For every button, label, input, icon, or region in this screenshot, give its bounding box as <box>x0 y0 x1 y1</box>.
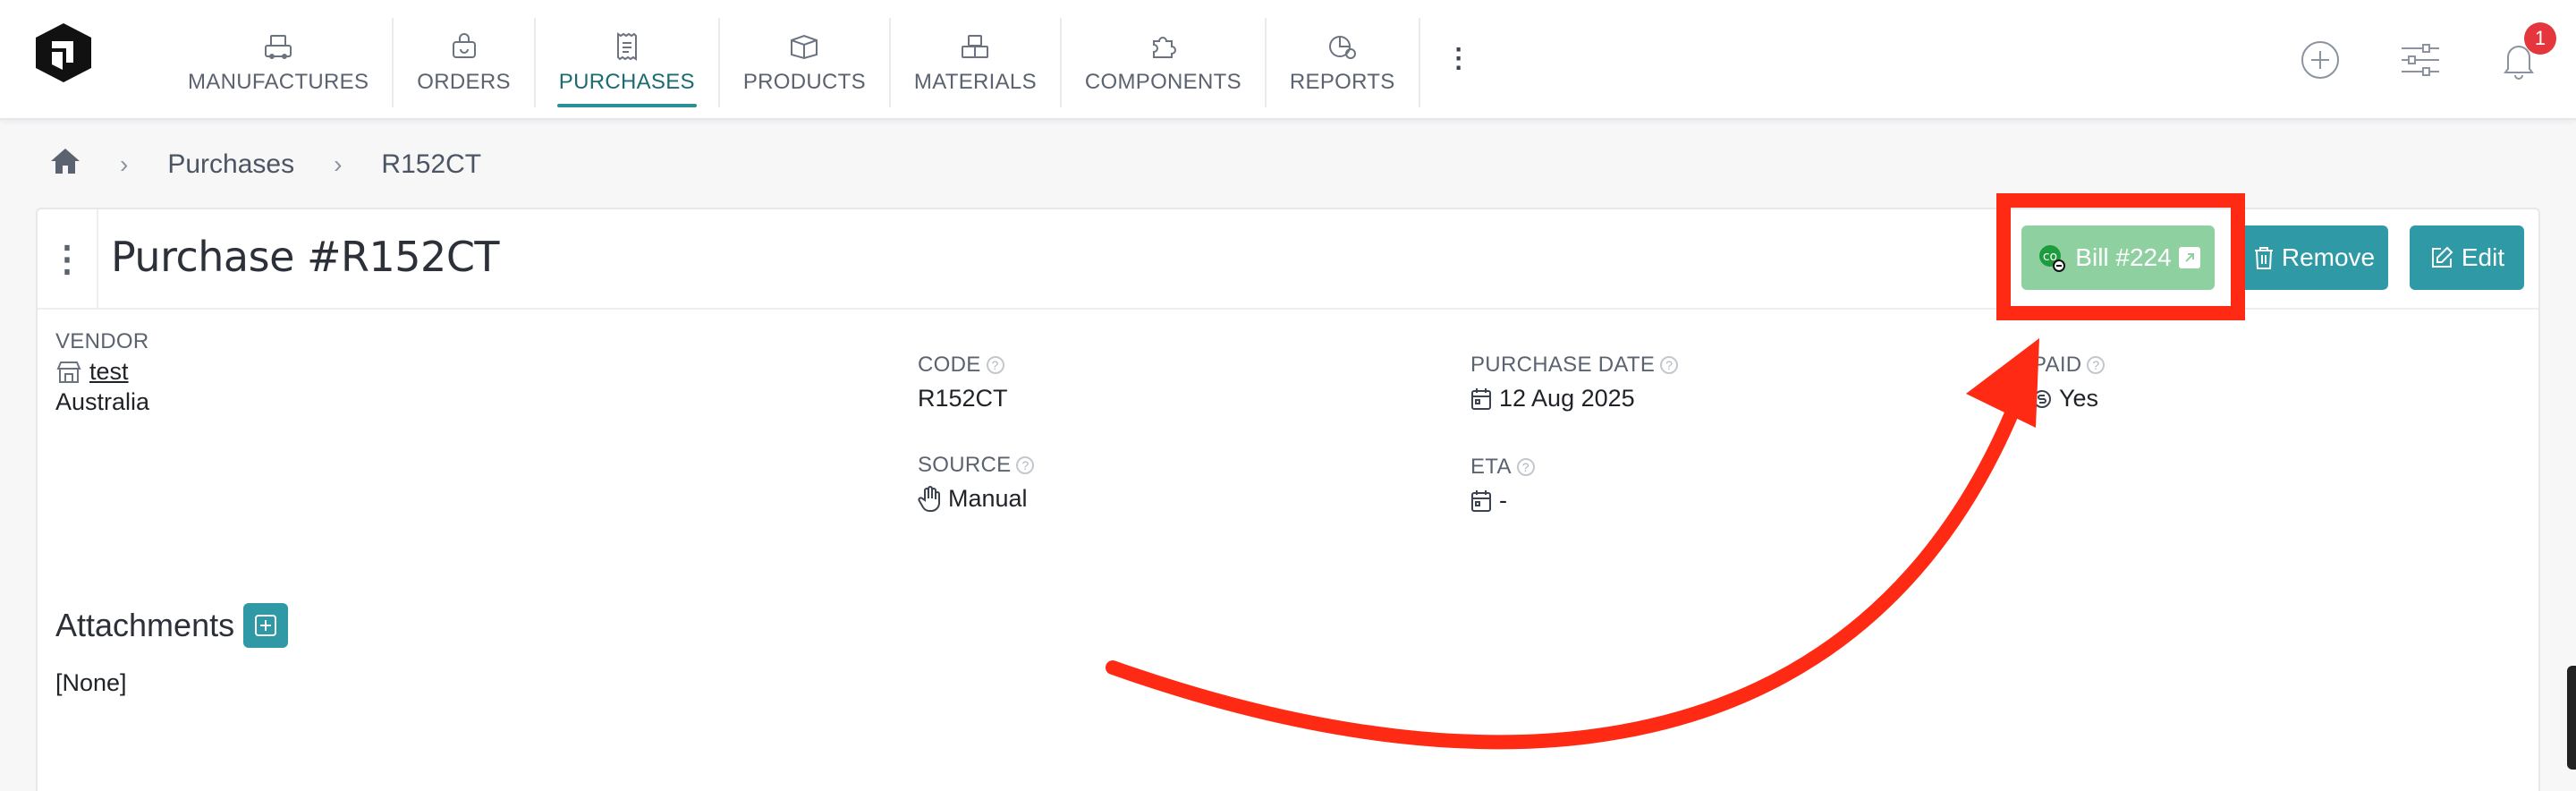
nav-label: ORDERS <box>417 70 511 94</box>
vendor-country: Australia <box>55 388 150 415</box>
edit-icon <box>2429 245 2454 270</box>
top-navigation-bar: MANUFACTURES ORDERS PURCHASES PRODUCTS M… <box>0 0 2576 120</box>
nav-item-reports[interactable]: REPORTS <box>1267 18 1420 107</box>
edit-button-label: Edit <box>2461 243 2505 271</box>
eta-text: - <box>1499 487 1507 514</box>
nav-label: MANUFACTURES <box>188 70 369 94</box>
trash-icon <box>2253 245 2275 270</box>
nav-item-components[interactable]: COMPONENTS <box>1062 18 1267 107</box>
settings-sliders-icon[interactable] <box>2399 38 2442 81</box>
nav-item-orders[interactable]: ORDERS <box>394 18 536 107</box>
breadcrumb-current: R152CT <box>381 149 482 179</box>
purchase-date-text: 12 Aug 2025 <box>1499 385 1635 412</box>
external-link-icon <box>2178 247 2200 268</box>
code-label-text: CODE <box>918 353 981 377</box>
nav-item-products[interactable]: PRODUCTS <box>720 18 891 107</box>
nav-item-materials[interactable]: MATERIALS <box>891 18 1062 107</box>
chevron-right-icon: › <box>120 150 129 178</box>
source-label-text: SOURCE <box>918 453 1012 477</box>
paid-label: PAID ? <box>2032 353 2106 378</box>
factory-icon <box>260 30 296 63</box>
nav-label: PRODUCTS <box>742 70 866 94</box>
help-icon[interactable]: ? <box>1516 458 1535 476</box>
chevron-right-icon: › <box>334 150 343 178</box>
purchase-date-value: 12 Aug 2025 <box>1470 385 1635 413</box>
nav-item-purchases[interactable]: PURCHASES <box>536 18 720 107</box>
notifications-bell-icon[interactable]: 1 <box>2497 22 2556 81</box>
xero-link-icon: co <box>2036 242 2068 274</box>
remove-button[interactable]: Remove <box>2240 225 2388 290</box>
edit-button[interactable]: Edit <box>2410 225 2524 290</box>
notification-badge: 1 <box>2524 22 2556 55</box>
code-value: R152CT <box>918 385 1008 412</box>
puzzle-icon <box>1145 30 1181 63</box>
code-label: CODE ? <box>918 353 1004 378</box>
nav-label: PURCHASES <box>558 70 695 94</box>
card-header: ⋮ Purchase #R152CT co Bill #224 Remove E… <box>38 209 2538 310</box>
bill-link-button[interactable]: co Bill #224 <box>2021 225 2215 290</box>
vendor-label: VENDOR <box>55 329 148 354</box>
help-icon[interactable]: ? <box>2087 356 2106 374</box>
breadcrumb: › Purchases › R152CT <box>50 143 481 186</box>
nav-label: REPORTS <box>1289 70 1395 94</box>
attachments-title: Attachments <box>55 607 235 643</box>
source-label: SOURCE ? <box>918 453 1035 478</box>
vendor-label-text: VENDOR <box>55 329 149 353</box>
help-icon[interactable]: ? <box>986 356 1004 374</box>
card-menu-button[interactable]: ⋮ <box>38 209 98 310</box>
paid-value: Yes <box>2032 385 2098 413</box>
eta-label-text: ETA <box>1470 455 1512 479</box>
purchase-detail-card: ⋮ Purchase #R152CT co Bill #224 Remove E… <box>36 208 2540 791</box>
add-new-button[interactable] <box>2299 38 2342 81</box>
blocks-icon <box>957 30 993 63</box>
nav-item-manufactures[interactable]: MANUFACTURES <box>165 18 394 107</box>
page-title: Purchase #R152CT <box>111 233 500 281</box>
calendar-icon <box>1470 387 1492 411</box>
nav-label: COMPONENTS <box>1084 70 1241 94</box>
source-text: Manual <box>948 485 1028 512</box>
receipt-icon <box>609 30 645 63</box>
scrollbar-handle[interactable] <box>2567 666 2576 770</box>
purchase-date-label: PURCHASE DATE ? <box>1470 353 1679 378</box>
remove-button-label: Remove <box>2281 243 2376 271</box>
chart-pie-icon <box>1325 30 1360 63</box>
nav-label: MATERIALS <box>913 70 1037 94</box>
nav-more-button[interactable]: ⋮ <box>1420 0 1497 120</box>
vendor-name[interactable]: test <box>89 358 129 386</box>
box-icon <box>786 30 822 63</box>
purchase-date-label-text: PURCHASE DATE <box>1470 353 1656 377</box>
eta-label: ETA ? <box>1470 455 1535 480</box>
store-icon <box>55 361 82 384</box>
breadcrumb-link-purchases[interactable]: Purchases <box>167 149 294 180</box>
app-logo-icon[interactable] <box>32 21 95 84</box>
vendor-link[interactable]: test <box>55 358 129 386</box>
paid-label-text: PAID <box>2032 353 2082 377</box>
home-icon[interactable] <box>50 147 80 183</box>
bill-button-label: Bill #224 <box>2075 243 2172 271</box>
calendar-icon <box>1470 489 1492 513</box>
money-icon <box>2032 388 2052 410</box>
shopping-bag-icon <box>446 30 482 63</box>
attachments-empty: [None] <box>55 669 127 696</box>
source-value: Manual <box>918 485 1028 513</box>
help-icon[interactable]: ? <box>1660 356 1679 374</box>
main-nav: MANUFACTURES ORDERS PURCHASES PRODUCTS M… <box>165 0 1497 120</box>
add-attachment-button[interactable] <box>243 603 288 648</box>
hand-icon <box>918 485 941 513</box>
help-icon[interactable]: ? <box>1016 456 1035 474</box>
eta-value: - <box>1470 487 1507 515</box>
paid-text: Yes <box>2059 385 2099 412</box>
top-actions: 1 <box>2299 0 2576 120</box>
